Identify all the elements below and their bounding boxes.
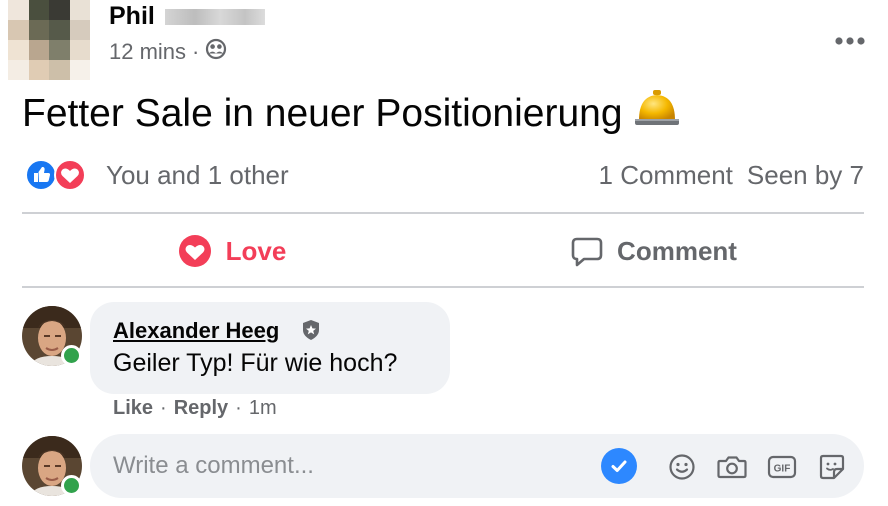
more-options-icon[interactable]: [834, 22, 866, 53]
comment-bubble: [90, 302, 450, 394]
love-button[interactable]: Love: [22, 224, 442, 278]
post-text-content: Fetter Sale in neuer Positionierung: [22, 92, 623, 135]
comment-input[interactable]: [113, 448, 593, 484]
post-text: Fetter Sale in neuer Positionierung: [22, 88, 681, 140]
seen-count[interactable]: Seen by 7: [747, 160, 864, 191]
love-label: Love: [225, 235, 287, 266]
meta-separator: ·: [192, 39, 200, 64]
reaction-summary[interactable]: You and 1 other: [106, 160, 289, 191]
emoji-icon[interactable]: [666, 451, 698, 483]
separator: ·: [235, 397, 242, 419]
svg-text:GIF: GIF: [774, 464, 791, 475]
comment-actions: Like · Reply · 1m: [113, 397, 277, 420]
checkmark-icon[interactable]: [601, 448, 637, 484]
comment-button[interactable]: Comment: [444, 224, 864, 278]
comment-icon: [571, 237, 603, 267]
comment-count[interactable]: 1 Comment: [599, 160, 733, 191]
comment-reply-link[interactable]: Reply: [174, 397, 228, 420]
online-indicator: [61, 475, 82, 496]
comment-author[interactable]: Alexander Heeg: [113, 318, 279, 344]
comment-text: Geiler Typ! Für wie hoch?: [113, 349, 398, 377]
divider: [22, 212, 864, 214]
author-avatar[interactable]: [8, 0, 90, 80]
friends-icon[interactable]: [205, 38, 227, 66]
love-icon: [178, 235, 211, 267]
post-counts: 1 Comment Seen by 7: [599, 160, 864, 191]
author-lastname-redacted: [165, 9, 265, 25]
divider: [22, 286, 864, 288]
author-name[interactable]: Phil: [109, 2, 155, 31]
gif-icon[interactable]: GIF: [766, 451, 798, 483]
post-meta: 12 mins ·: [109, 38, 227, 66]
comment-like-link[interactable]: Like: [113, 397, 153, 420]
separator: ·: [160, 397, 167, 419]
online-indicator: [61, 345, 82, 366]
post-time[interactable]: 12 mins: [109, 39, 186, 65]
comment-time[interactable]: 1m: [249, 397, 277, 420]
camera-icon[interactable]: [716, 451, 748, 483]
sticker-icon[interactable]: [816, 451, 848, 483]
bellhop-bell-icon: [633, 88, 681, 140]
shield-star-icon[interactable]: [301, 319, 321, 346]
reaction-icons[interactable]: [24, 159, 94, 191]
comment-label: Comment: [617, 235, 737, 266]
